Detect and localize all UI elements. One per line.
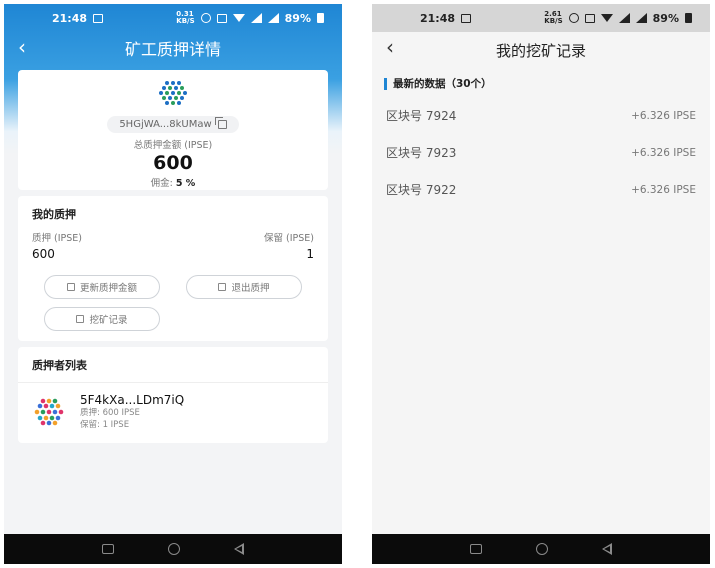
battery-percent: 89%	[284, 11, 311, 25]
back-arrow-icon[interactable]: ‹	[386, 36, 394, 58]
home-icon[interactable]	[168, 543, 180, 555]
accent-bar	[384, 77, 387, 90]
page-title: 我的挖矿记录	[495, 41, 586, 60]
list-item[interactable]: 区块号 7922 +6.326 IPSE	[372, 171, 710, 208]
reward-amount: +6.326 IPSE	[631, 109, 696, 122]
system-back-icon[interactable]	[234, 543, 244, 555]
signal-icon-2	[267, 13, 279, 23]
status-time: 21:48	[420, 11, 456, 25]
exit-pledge-label: 退出质押	[231, 283, 270, 294]
latest-data-header: 最新的数据（30个）	[372, 68, 710, 91]
status-bar: 21:48 0.31 KB/S 89%	[4, 4, 342, 32]
total-pledge-label: 总质押金额 (IPSE)	[133, 140, 213, 151]
system-nav-bar	[372, 534, 710, 564]
mining-records-button[interactable]: 挖矿记录	[44, 307, 160, 331]
edit-icon	[66, 283, 75, 291]
reserve-value: 1	[306, 247, 314, 261]
update-pledge-button[interactable]: 更新质押金额	[44, 275, 160, 299]
update-pledge-label: 更新质押金额	[79, 283, 137, 294]
wifi-icon	[232, 14, 245, 22]
recent-apps-icon[interactable]	[102, 544, 114, 554]
exit-pledge-button[interactable]: 退出质押	[186, 275, 302, 299]
back-arrow-icon[interactable]: ‹	[18, 36, 26, 58]
signal-icon	[250, 13, 262, 23]
pledger-pledge: 质押: 600 IPSE	[80, 408, 140, 418]
section-title: 最新的数据（30个）	[393, 78, 492, 90]
battery-icon	[317, 13, 324, 23]
commission-label: 佣金:	[150, 178, 173, 189]
system-nav-bar	[4, 534, 342, 564]
system-back-icon[interactable]	[602, 543, 612, 555]
list-icon	[76, 315, 85, 323]
address-text: 5HGjWA...8kUMaw	[119, 119, 212, 130]
block-number: 区块号 7924	[386, 109, 457, 123]
reward-amount: +6.326 IPSE	[631, 183, 696, 196]
commission-value: 5 %	[175, 178, 196, 189]
gallery-icon	[93, 13, 104, 23]
nfc-icon	[216, 13, 227, 23]
wifi-icon	[600, 14, 613, 22]
reserve-label: 保留 (IPSE)	[264, 233, 314, 244]
reward-amount: +6.326 IPSE	[631, 146, 696, 159]
logout-icon	[218, 283, 227, 291]
block-number: 区块号 7922	[386, 183, 457, 197]
my-pledge-card: 我的质押 质押 (IPSE) 保留 (IPSE) 600 1 更新质押金额 退出…	[18, 196, 328, 341]
list-item[interactable]: 区块号 7923 +6.326 IPSE	[372, 134, 710, 171]
pledger-list-card: 质押者列表 5F4kXa...LDm7iQ 质押: 600 IPSE 保留: 1…	[18, 347, 328, 443]
list-item[interactable]: 区块号 7924 +6.326 IPSE	[372, 97, 710, 134]
pledge-value: 600	[32, 247, 55, 261]
pledger-list-title: 质押者列表	[32, 359, 87, 372]
pledger-address: 5F4kXa...LDm7iQ	[80, 393, 185, 407]
pledger-reserve: 保留: 1 IPSE	[80, 420, 130, 430]
top-nav: ‹ 我的挖矿记录	[372, 32, 710, 68]
record-list: 区块号 7924 +6.326 IPSE 区块号 7923 +6.326 IPS…	[372, 97, 710, 208]
battery-percent: 89%	[652, 11, 679, 25]
total-pledge-value: 600	[153, 152, 193, 174]
recent-apps-icon[interactable]	[470, 544, 482, 554]
status-bar: 21:48 2.61 KB/S 89%	[372, 4, 710, 32]
pledge-label: 质押 (IPSE)	[32, 233, 82, 244]
alarm-icon	[200, 13, 211, 23]
mining-records-label: 挖矿记录	[89, 315, 128, 326]
status-time: 21:48	[52, 11, 88, 25]
mining-records-screen: 21:48 2.61 KB/S 89% ‹ 我的挖矿记录 最新的数据（30个） …	[372, 4, 710, 564]
block-number: 区块号 7923	[386, 146, 457, 160]
network-speed: 0.31 KB/S	[176, 10, 195, 25]
gallery-icon	[461, 13, 472, 23]
signal-icon	[618, 13, 630, 23]
home-icon[interactable]	[536, 543, 548, 555]
nfc-icon	[584, 13, 595, 23]
signal-icon-2	[635, 13, 647, 23]
pledger-avatar	[34, 398, 64, 426]
network-speed: 2.61 KB/S	[544, 10, 563, 25]
miner-summary-card: 5HGjWA...8kUMaw 总质押金额 (IPSE) 600 佣金: 5 %	[18, 70, 328, 190]
miner-address[interactable]: 5HGjWA...8kUMaw	[107, 116, 239, 133]
copy-icon[interactable]	[214, 117, 227, 129]
divider	[18, 382, 328, 383]
battery-icon	[685, 13, 692, 23]
list-item[interactable]: 5F4kXa...LDm7iQ 质押: 600 IPSE 保留: 1 IPSE	[32, 393, 314, 431]
commission: 佣金: 5 %	[18, 175, 328, 189]
my-pledge-title: 我的质押	[32, 208, 76, 221]
alarm-icon	[568, 13, 579, 23]
top-nav: ‹ 矿工质押详情	[4, 32, 342, 64]
page-title: 矿工质押详情	[124, 40, 221, 59]
miner-pledge-detail-screen: 21:48 0.31 KB/S 89% ‹ 矿工质押详情 5HGjWA...8k…	[4, 4, 342, 564]
miner-avatar	[159, 81, 187, 105]
